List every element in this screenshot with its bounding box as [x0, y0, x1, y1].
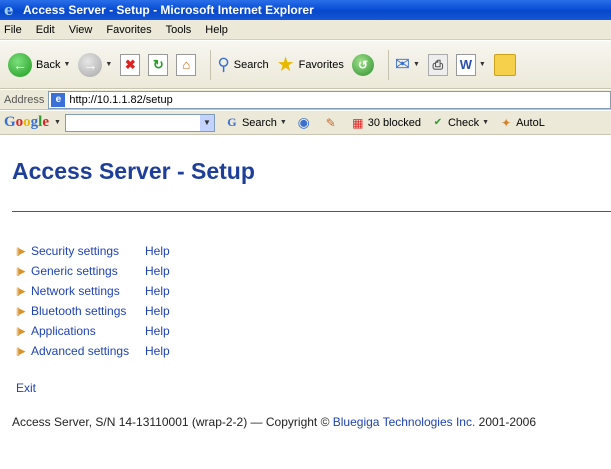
- horizontal-rule: [12, 211, 611, 212]
- google-logo[interactable]: Google: [4, 114, 49, 131]
- page-content: Access Server - Setup ||▶ Security setti…: [0, 136, 611, 469]
- arrow-bullet-icon: ||▶: [16, 325, 26, 336]
- page-rank-button[interactable]: ◉: [297, 114, 314, 130]
- menu-row-advanced: ||▶ Advanced settings Help: [16, 341, 170, 361]
- settings-menu: ||▶ Security settings Help ||▶ Generic s…: [16, 241, 170, 361]
- spell-check-button[interactable]: ✔ Check ▼: [431, 116, 489, 130]
- menu-bar: File Edit View Favorites Tools Help: [0, 20, 611, 40]
- page-icon: e: [51, 92, 66, 107]
- google-g-icon: G: [227, 115, 237, 129]
- menu-row-bluetooth: ||▶ Bluetooth settings Help: [16, 301, 170, 321]
- menu-view[interactable]: View: [69, 24, 93, 36]
- forward-dropdown-icon[interactable]: ▼: [105, 61, 112, 68]
- popup-blocked-icon: ▦: [352, 115, 364, 130]
- autolink-icon: ✦: [501, 115, 512, 130]
- security-settings-link[interactable]: Security settings: [31, 244, 145, 258]
- google-menu-dropdown-icon[interactable]: ▼: [54, 119, 61, 126]
- menu-tools[interactable]: Tools: [166, 24, 192, 36]
- spell-check-label: Check: [447, 116, 480, 129]
- menu-edit[interactable]: Edit: [36, 24, 55, 36]
- history-icon[interactable]: ↺: [351, 53, 374, 76]
- applications-help-link[interactable]: Help: [145, 324, 170, 338]
- advanced-help-link[interactable]: Help: [145, 344, 170, 358]
- word-icon: W: [455, 53, 476, 76]
- home-icon[interactable]: ⌂: [176, 53, 197, 76]
- globe-icon: ◉: [297, 114, 310, 130]
- applications-link[interactable]: Applications: [31, 324, 145, 338]
- back-button[interactable]: ← Back ▼: [8, 52, 70, 77]
- mail-icon: ✉: [394, 54, 410, 74]
- google-toolbar: Google ▼ ▼ G Search ▼ ◉ ✎ ▦ 30 blocked ✔…: [0, 111, 611, 135]
- favorites-button[interactable]: ★ Favorites: [277, 52, 344, 77]
- generic-settings-link[interactable]: Generic settings: [31, 264, 145, 278]
- page-title: Access Server - Setup: [12, 158, 255, 184]
- window-titlebar: e Access Server - Setup - Microsoft Inte…: [0, 0, 611, 20]
- autolink-label: AutoL: [516, 116, 545, 129]
- arrow-bullet-icon: ||▶: [16, 285, 26, 296]
- exit-link[interactable]: Exit: [16, 381, 36, 395]
- popup-blocker-button[interactable]: ▦ 30 blocked: [351, 116, 421, 130]
- google-search-label: Search: [241, 116, 277, 129]
- window-title: Access Server - Setup - Microsoft Intern…: [23, 3, 314, 17]
- menu-row-security: ||▶ Security settings Help: [16, 241, 170, 261]
- sticky-note-icon[interactable]: [493, 53, 516, 76]
- menu-file[interactable]: File: [4, 24, 22, 36]
- menu-help[interactable]: Help: [205, 24, 228, 36]
- footer-suffix: 2001-2006: [475, 415, 537, 429]
- print-icon[interactable]: ⎙: [427, 53, 448, 76]
- footer-prefix: Access Server, S/N 14-13110001 (wrap-2-2…: [12, 415, 333, 429]
- mail-dropdown-icon[interactable]: ▼: [413, 61, 420, 68]
- arrow-bullet-icon: ||▶: [16, 345, 26, 356]
- options-button[interactable]: ✎: [324, 116, 341, 130]
- edit-dropdown-icon[interactable]: ▼: [479, 61, 486, 68]
- company-link[interactable]: Bluegiga Technologies Inc.: [333, 415, 476, 429]
- spellcheck-icon: ✔: [433, 117, 443, 128]
- address-input[interactable]: e http://10.1.1.82/setup: [48, 90, 611, 109]
- menu-row-generic: ||▶ Generic settings Help: [16, 261, 170, 281]
- back-label: Back: [36, 58, 61, 71]
- refresh-icon[interactable]: ↻: [148, 53, 169, 76]
- toolbar-separator-2: [387, 49, 389, 80]
- autolink-button[interactable]: ✦ AutoL: [499, 116, 545, 130]
- security-help-link[interactable]: Help: [145, 244, 170, 258]
- popup-blocked-label: 30 blocked: [367, 116, 421, 129]
- spell-check-dropdown-icon[interactable]: ▼: [482, 119, 489, 126]
- internet-explorer-icon: e: [4, 1, 14, 19]
- forward-button[interactable]: → ▼: [78, 52, 112, 77]
- bluetooth-help-link[interactable]: Help: [145, 304, 170, 318]
- favorites-star-icon: ★: [276, 54, 295, 76]
- standard-toolbar: ← Back ▼ → ▼ ✖ ↻ ⌂ ⚲ Search ★ Favorites …: [0, 41, 611, 89]
- network-settings-link[interactable]: Network settings: [31, 284, 145, 298]
- menu-row-applications: ||▶ Applications Help: [16, 321, 170, 341]
- footer: Access Server, S/N 14-13110001 (wrap-2-2…: [12, 415, 536, 429]
- arrow-bullet-icon: ||▶: [16, 265, 26, 276]
- menu-row-network: ||▶ Network settings Help: [16, 281, 170, 301]
- network-help-link[interactable]: Help: [145, 284, 170, 298]
- forward-arrow-icon: →: [78, 52, 103, 77]
- back-dropdown-icon[interactable]: ▼: [63, 61, 70, 68]
- advanced-settings-link[interactable]: Advanced settings: [31, 344, 145, 358]
- address-bar: Address e http://10.1.1.82/setup: [0, 90, 611, 110]
- address-label: Address: [4, 93, 45, 106]
- edit-button[interactable]: W ▼: [455, 53, 486, 76]
- back-arrow-icon: ←: [8, 52, 32, 77]
- arrow-bullet-icon: ||▶: [16, 305, 26, 316]
- address-url: http://10.1.1.82/setup: [69, 93, 173, 106]
- google-search-dropdown-icon[interactable]: ▼: [199, 114, 214, 131]
- favorites-label: Favorites: [298, 58, 344, 71]
- search-button[interactable]: ⚲ Search: [217, 55, 268, 75]
- menu-favorites[interactable]: Favorites: [106, 24, 151, 36]
- google-search-input[interactable]: ▼: [64, 113, 215, 132]
- generic-help-link[interactable]: Help: [145, 264, 170, 278]
- arrow-bullet-icon: ||▶: [16, 245, 26, 256]
- bluetooth-settings-link[interactable]: Bluetooth settings: [31, 304, 145, 318]
- mail-button[interactable]: ✉ ▼: [395, 54, 420, 75]
- toolbar-separator: [210, 49, 212, 80]
- google-search-button[interactable]: G Search ▼: [225, 115, 287, 130]
- google-search-options-icon[interactable]: ▼: [280, 119, 287, 126]
- stop-icon[interactable]: ✖: [120, 53, 141, 76]
- search-label: Search: [233, 58, 269, 71]
- search-icon: ⚲: [217, 54, 230, 74]
- pencil-icon: ✎: [325, 115, 336, 130]
